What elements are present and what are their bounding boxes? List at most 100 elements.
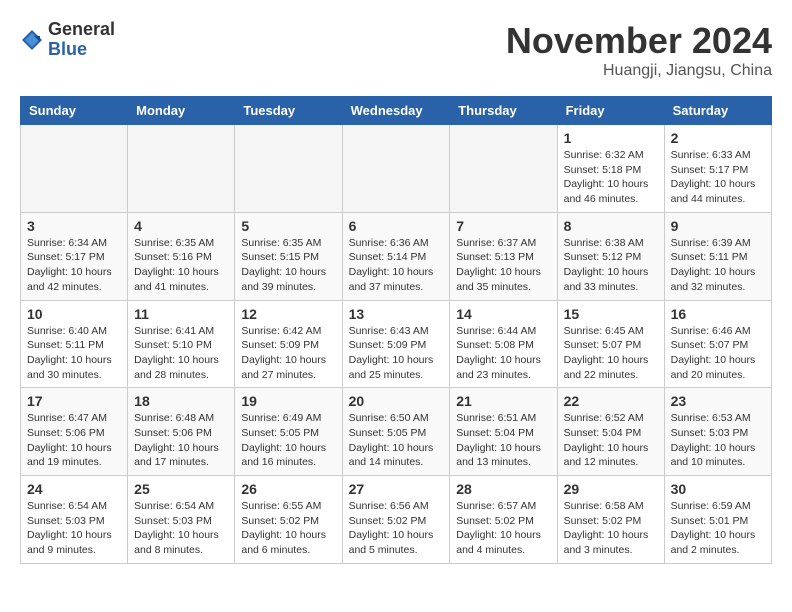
calendar-cell: 15 Sunrise: 6:45 AM Sunset: 5:07 PM Dayli… [557, 300, 664, 388]
calendar-cell [21, 125, 128, 213]
weekday-header-sunday: Sunday [21, 97, 128, 125]
calendar-cell: 21Sunrise: 6:51 AM Sunset: 5:04 PM Dayli… [450, 388, 557, 476]
calendar-cell: 11 Sunrise: 6:41 AM Sunset: 5:10 PM Dayli… [128, 300, 235, 388]
calendar-cell: 19Sunrise: 6:49 AM Sunset: 5:05 PM Dayli… [235, 388, 342, 476]
day-number: 22 [564, 393, 658, 409]
day-info: Sunrise: 6:45 AM Sunset: 5:07 PM Dayligh… [564, 324, 658, 383]
calendar-cell: 3 Sunrise: 6:34 AM Sunset: 5:17 PM Daylig… [21, 212, 128, 300]
day-number: 4 [134, 218, 228, 234]
calendar-cell: 7 Sunrise: 6:37 AM Sunset: 5:13 PM Daylig… [450, 212, 557, 300]
logo: General Blue [20, 20, 115, 60]
day-info: Sunrise: 6:40 AM Sunset: 5:11 PM Dayligh… [27, 324, 121, 383]
calendar-cell: 30 Sunrise: 6:59 AM Sunset: 5:01 PM Dayli… [664, 476, 771, 564]
calendar-cell [342, 125, 450, 213]
weekday-header-tuesday: Tuesday [235, 97, 342, 125]
calendar-cell: 8 Sunrise: 6:38 AM Sunset: 5:12 PM Daylig… [557, 212, 664, 300]
day-info: Sunrise: 6:54 AM Sunset: 5:03 PM Dayligh… [134, 499, 228, 558]
day-info: Sunrise: 6:48 AM Sunset: 5:06 PM Dayligh… [134, 411, 228, 470]
day-number: 11 [134, 306, 228, 322]
day-number: 1 [564, 130, 658, 146]
calendar-cell [450, 125, 557, 213]
calendar-cell: 2 Sunrise: 6:33 AM Sunset: 5:17 PM Daylig… [664, 125, 771, 213]
logo-icon [20, 28, 44, 52]
day-number: 15 [564, 306, 658, 322]
calendar-cell: 12 Sunrise: 6:42 AM Sunset: 5:09 PM Dayli… [235, 300, 342, 388]
calendar-cell [235, 125, 342, 213]
day-info: Sunrise: 6:32 AM Sunset: 5:18 PM Dayligh… [564, 148, 658, 207]
day-number: 10 [27, 306, 121, 322]
day-info: Sunrise: 6:56 AM Sunset: 5:02 PM Dayligh… [349, 499, 444, 558]
day-info: Sunrise: 6:50 AM Sunset: 5:05 PM Dayligh… [349, 411, 444, 470]
calendar-cell: 4 Sunrise: 6:35 AM Sunset: 5:16 PM Daylig… [128, 212, 235, 300]
day-info: Sunrise: 6:41 AM Sunset: 5:10 PM Dayligh… [134, 324, 228, 383]
day-number: 6 [349, 218, 444, 234]
title-block: November 2024 Huangji, Jiangsu, China [506, 20, 772, 80]
calendar-table: SundayMondayTuesdayWednesdayThursdayFrid… [20, 96, 772, 564]
day-info: Sunrise: 6:52 AM Sunset: 5:04 PM Dayligh… [564, 411, 658, 470]
calendar-cell: 9Sunrise: 6:39 AM Sunset: 5:11 PM Daylig… [664, 212, 771, 300]
calendar-week-1: 1 Sunrise: 6:32 AM Sunset: 5:18 PM Daylig… [21, 125, 772, 213]
calendar-cell: 1 Sunrise: 6:32 AM Sunset: 5:18 PM Daylig… [557, 125, 664, 213]
day-info: Sunrise: 6:38 AM Sunset: 5:12 PM Dayligh… [564, 236, 658, 295]
calendar-cell: 5 Sunrise: 6:35 AM Sunset: 5:15 PM Daylig… [235, 212, 342, 300]
day-number: 12 [241, 306, 335, 322]
calendar-cell: 25 Sunrise: 6:54 AM Sunset: 5:03 PM Dayli… [128, 476, 235, 564]
weekday-header-row: SundayMondayTuesdayWednesdayThursdayFrid… [21, 97, 772, 125]
weekday-header-friday: Friday [557, 97, 664, 125]
logo-blue: Blue [48, 40, 115, 60]
month-title: November 2024 [506, 20, 772, 62]
calendar-cell: 14Sunrise: 6:44 AM Sunset: 5:08 PM Dayli… [450, 300, 557, 388]
day-number: 23 [671, 393, 765, 409]
day-info: Sunrise: 6:43 AM Sunset: 5:09 PM Dayligh… [349, 324, 444, 383]
calendar-cell: 24 Sunrise: 6:54 AM Sunset: 5:03 PM Dayli… [21, 476, 128, 564]
calendar-cell: 27Sunrise: 6:56 AM Sunset: 5:02 PM Dayli… [342, 476, 450, 564]
day-info: Sunrise: 6:47 AM Sunset: 5:06 PM Dayligh… [27, 411, 121, 470]
day-info: Sunrise: 6:58 AM Sunset: 5:02 PM Dayligh… [564, 499, 658, 558]
day-number: 30 [671, 481, 765, 497]
day-number: 8 [564, 218, 658, 234]
day-info: Sunrise: 6:34 AM Sunset: 5:17 PM Dayligh… [27, 236, 121, 295]
day-info: Sunrise: 6:39 AM Sunset: 5:11 PM Dayligh… [671, 236, 765, 295]
day-number: 5 [241, 218, 335, 234]
day-info: Sunrise: 6:35 AM Sunset: 5:16 PM Dayligh… [134, 236, 228, 295]
calendar-week-3: 10 Sunrise: 6:40 AM Sunset: 5:11 PM Dayli… [21, 300, 772, 388]
weekday-header-thursday: Thursday [450, 97, 557, 125]
calendar-cell: 6 Sunrise: 6:36 AM Sunset: 5:14 PM Daylig… [342, 212, 450, 300]
page-header: General Blue November 2024 Huangji, Jian… [20, 20, 772, 80]
calendar-week-5: 24 Sunrise: 6:54 AM Sunset: 5:03 PM Dayli… [21, 476, 772, 564]
day-number: 7 [456, 218, 550, 234]
day-number: 25 [134, 481, 228, 497]
day-number: 20 [349, 393, 444, 409]
day-info: Sunrise: 6:33 AM Sunset: 5:17 PM Dayligh… [671, 148, 765, 207]
day-number: 14 [456, 306, 550, 322]
calendar-cell: 16 Sunrise: 6:46 AM Sunset: 5:07 PM Dayli… [664, 300, 771, 388]
day-number: 16 [671, 306, 765, 322]
calendar-cell: 17 Sunrise: 6:47 AM Sunset: 5:06 PM Dayli… [21, 388, 128, 476]
calendar-cell: 23Sunrise: 6:53 AM Sunset: 5:03 PM Dayli… [664, 388, 771, 476]
calendar-cell: 29Sunrise: 6:58 AM Sunset: 5:02 PM Dayli… [557, 476, 664, 564]
calendar-cell: 18 Sunrise: 6:48 AM Sunset: 5:06 PM Dayli… [128, 388, 235, 476]
day-number: 18 [134, 393, 228, 409]
day-info: Sunrise: 6:54 AM Sunset: 5:03 PM Dayligh… [27, 499, 121, 558]
day-info: Sunrise: 6:46 AM Sunset: 5:07 PM Dayligh… [671, 324, 765, 383]
day-number: 17 [27, 393, 121, 409]
day-number: 19 [241, 393, 335, 409]
day-number: 3 [27, 218, 121, 234]
location: Huangji, Jiangsu, China [506, 62, 772, 80]
weekday-header-monday: Monday [128, 97, 235, 125]
day-info: Sunrise: 6:36 AM Sunset: 5:14 PM Dayligh… [349, 236, 444, 295]
day-number: 2 [671, 130, 765, 146]
day-number: 21 [456, 393, 550, 409]
day-info: Sunrise: 6:59 AM Sunset: 5:01 PM Dayligh… [671, 499, 765, 558]
logo-text: General Blue [48, 20, 115, 60]
weekday-header-wednesday: Wednesday [342, 97, 450, 125]
day-info: Sunrise: 6:35 AM Sunset: 5:15 PM Dayligh… [241, 236, 335, 295]
day-info: Sunrise: 6:37 AM Sunset: 5:13 PM Dayligh… [456, 236, 550, 295]
calendar-cell: 20 Sunrise: 6:50 AM Sunset: 5:05 PM Dayli… [342, 388, 450, 476]
day-info: Sunrise: 6:42 AM Sunset: 5:09 PM Dayligh… [241, 324, 335, 383]
day-number: 26 [241, 481, 335, 497]
calendar-cell: 28Sunrise: 6:57 AM Sunset: 5:02 PM Dayli… [450, 476, 557, 564]
calendar-cell: 13Sunrise: 6:43 AM Sunset: 5:09 PM Dayli… [342, 300, 450, 388]
weekday-header-saturday: Saturday [664, 97, 771, 125]
day-number: 24 [27, 481, 121, 497]
